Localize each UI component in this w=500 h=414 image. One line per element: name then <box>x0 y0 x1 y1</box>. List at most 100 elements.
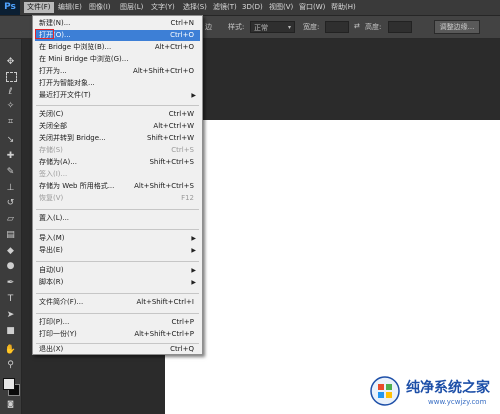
menu-item-label: 打印一份(Y) <box>39 330 77 338</box>
menu-item-label: 打开为... <box>39 67 67 75</box>
height-input[interactable] <box>388 21 412 33</box>
menu-item-label: 最近打开文件(T) <box>39 91 91 99</box>
menu-select[interactable]: 选择(S) <box>180 2 210 13</box>
menu-edit[interactable]: 编辑(E) <box>55 2 85 13</box>
swap-icon[interactable]: ⇄ <box>354 22 360 30</box>
menu-divider <box>36 293 199 294</box>
marquee-icon[interactable] <box>6 72 17 82</box>
submenu-arrow-icon: ▶ <box>191 279 196 286</box>
history-brush-icon[interactable]: ↺ <box>4 198 17 209</box>
document-canvas[interactable] <box>165 120 500 414</box>
menu-image[interactable]: 图像(I) <box>86 2 114 13</box>
quick-mask-icon[interactable]: ◙ <box>4 399 17 410</box>
menu-divider <box>36 313 199 314</box>
menu-item-label: 自动(U) <box>39 266 64 274</box>
menu-item-save-as[interactable]: 存储为(A)... Shift+Ctrl+S <box>35 157 200 168</box>
style-select-value: 正常 <box>254 24 268 32</box>
menu-divider <box>36 105 199 106</box>
menu-item-browse-bridge[interactable]: 在 Bridge 中浏览(B)... Alt+Ctrl+O <box>35 42 200 53</box>
menu-view[interactable]: 视图(V) <box>266 2 296 13</box>
menu-divider <box>36 229 199 230</box>
brush-icon[interactable]: ✎ <box>4 167 17 178</box>
menu-item-label: 打印(P)... <box>39 318 70 326</box>
menu-item-label: 退出(X) <box>39 345 64 353</box>
options-partial-label: 边 <box>205 23 212 31</box>
menu-window[interactable]: 窗口(W) <box>296 2 328 13</box>
menu-item-close-all[interactable]: 关闭全部 Alt+Ctrl+W <box>35 121 200 132</box>
menu-file[interactable]: 文件(F) <box>24 2 54 13</box>
hand-icon[interactable]: ✋ <box>4 345 17 356</box>
foreground-color-swatch[interactable] <box>3 378 15 390</box>
menu-item-label: 文件简介(F)... <box>39 298 84 306</box>
lasso-icon[interactable]: ℓ <box>4 87 17 98</box>
refine-edge-button[interactable]: 调整边缘... <box>434 20 480 34</box>
menu-item-automate[interactable]: 自动(U) ▶ <box>35 265 200 276</box>
menu-item-new[interactable]: 新建(N)... Ctrl+N <box>35 18 200 29</box>
menu-item-label: 关闭(C) <box>39 110 64 118</box>
menu-item-browse-mini-bridge[interactable]: 在 Mini Bridge 中浏览(G)... <box>35 54 200 65</box>
healing-icon[interactable]: ✚ <box>4 151 17 162</box>
menu-item-open-smart-object[interactable]: 打开为智能对象... <box>35 78 200 89</box>
shape-icon[interactable]: ■ <box>4 326 17 337</box>
height-label: 高度: <box>365 23 382 31</box>
file-menu-dropdown: 新建(N)... Ctrl+N 打开(O)... Ctrl+O 在 Bridge… <box>32 15 203 355</box>
tools-panel: ✥ ℓ ✧ ⌗ ↘ ✚ ✎ ⊥ ↺ ▱ ▤ ◆ ● ✒ T ➤ ■ ✋ ⚲ ◙ <box>0 39 22 414</box>
menu-filter[interactable]: 滤镜(T) <box>210 2 240 13</box>
menu-item-close[interactable]: 关闭(C) Ctrl+W <box>35 109 200 120</box>
menu-type[interactable]: 文字(Y) <box>148 2 178 13</box>
menu-item-label: 在 Mini Bridge 中浏览(G)... <box>39 55 129 63</box>
menu-item-close-go-bridge[interactable]: 关闭并转到 Bridge... Shift+Ctrl+W <box>35 133 200 144</box>
menu-item-shortcut: Ctrl+N <box>170 19 194 27</box>
menu-layer[interactable]: 图层(L) <box>117 2 146 13</box>
menu-item-place[interactable]: 置入(L)... <box>35 213 200 224</box>
menu-item-open[interactable]: 打开(O)... Ctrl+O <box>35 30 200 41</box>
menu-item-print[interactable]: 打印(P)... Ctrl+P <box>35 317 200 328</box>
watermark: 纯净系统之家 www.ycwjzy.com <box>366 372 496 412</box>
path-select-icon[interactable]: ➤ <box>4 310 17 321</box>
pen-icon[interactable]: ✒ <box>4 278 17 289</box>
eyedropper-icon[interactable]: ↘ <box>4 135 17 146</box>
menu-item-print-one[interactable]: 打印一份(Y) Alt+Shift+Ctrl+P <box>35 329 200 340</box>
crop-icon[interactable]: ⌗ <box>4 117 17 128</box>
watermark-url: www.ycwjzy.com <box>428 398 487 406</box>
magic-wand-icon[interactable]: ✧ <box>4 101 17 112</box>
style-label: 样式: <box>228 23 245 31</box>
submenu-arrow-icon: ▶ <box>191 267 196 274</box>
gradient-icon[interactable]: ▤ <box>4 230 17 241</box>
menu-item-shortcut: Alt+Ctrl+W <box>153 122 194 130</box>
menu-item-revert: 恢复(V) F12 <box>35 193 200 204</box>
menu-item-label: 签入(I)... <box>39 170 68 178</box>
blur-icon[interactable]: ◆ <box>4 246 17 257</box>
photoshop-logo: Ps <box>0 0 20 15</box>
menu-item-scripts[interactable]: 脚本(R) ▶ <box>35 277 200 288</box>
menu-help[interactable]: 帮助(H) <box>328 2 359 13</box>
menu-item-shortcut: Ctrl+S <box>171 146 194 154</box>
menu-item-label: 关闭全部 <box>39 122 67 130</box>
width-input[interactable] <box>325 21 349 33</box>
zoom-icon[interactable]: ⚲ <box>4 360 17 371</box>
menu-item-save: 存储(S) Ctrl+S <box>35 145 200 156</box>
dodge-icon[interactable]: ● <box>4 261 17 272</box>
menu-item-recent-files[interactable]: 最近打开文件(T) ▶ <box>35 90 200 101</box>
menu-item-shortcut: Ctrl+W <box>168 110 194 118</box>
eraser-icon[interactable]: ▱ <box>4 214 17 225</box>
type-icon[interactable]: T <box>4 294 17 305</box>
menu-item-exit[interactable]: 退出(X) Ctrl+Q <box>35 344 200 355</box>
submenu-arrow-icon: ▶ <box>191 235 196 242</box>
style-select[interactable]: 正常 ▾ <box>250 21 295 33</box>
menu-item-save-for-web[interactable]: 存储为 Web 所用格式... Alt+Shift+Ctrl+S <box>35 181 200 192</box>
menu-item-import[interactable]: 导入(M) ▶ <box>35 233 200 244</box>
menu-3d[interactable]: 3D(D) <box>239 2 266 13</box>
menu-item-file-info[interactable]: 文件简介(F)... Alt+Shift+Ctrl+I <box>35 297 200 308</box>
windows-logo-icon <box>370 376 400 406</box>
menu-item-shortcut: Ctrl+P <box>171 318 194 326</box>
menu-item-export[interactable]: 导出(E) ▶ <box>35 245 200 256</box>
menu-item-shortcut: Ctrl+Q <box>170 345 194 353</box>
menu-item-label: 存储(S) <box>39 146 63 154</box>
menu-item-label: 打开为智能对象... <box>39 79 95 87</box>
menu-item-open-as[interactable]: 打开为... Alt+Shift+Ctrl+O <box>35 66 200 77</box>
move-icon[interactable]: ✥ <box>4 57 17 68</box>
stamp-icon[interactable]: ⊥ <box>4 183 17 194</box>
open-item-focus-ring <box>35 29 54 39</box>
menu-item-shortcut: Ctrl+O <box>170 31 194 39</box>
